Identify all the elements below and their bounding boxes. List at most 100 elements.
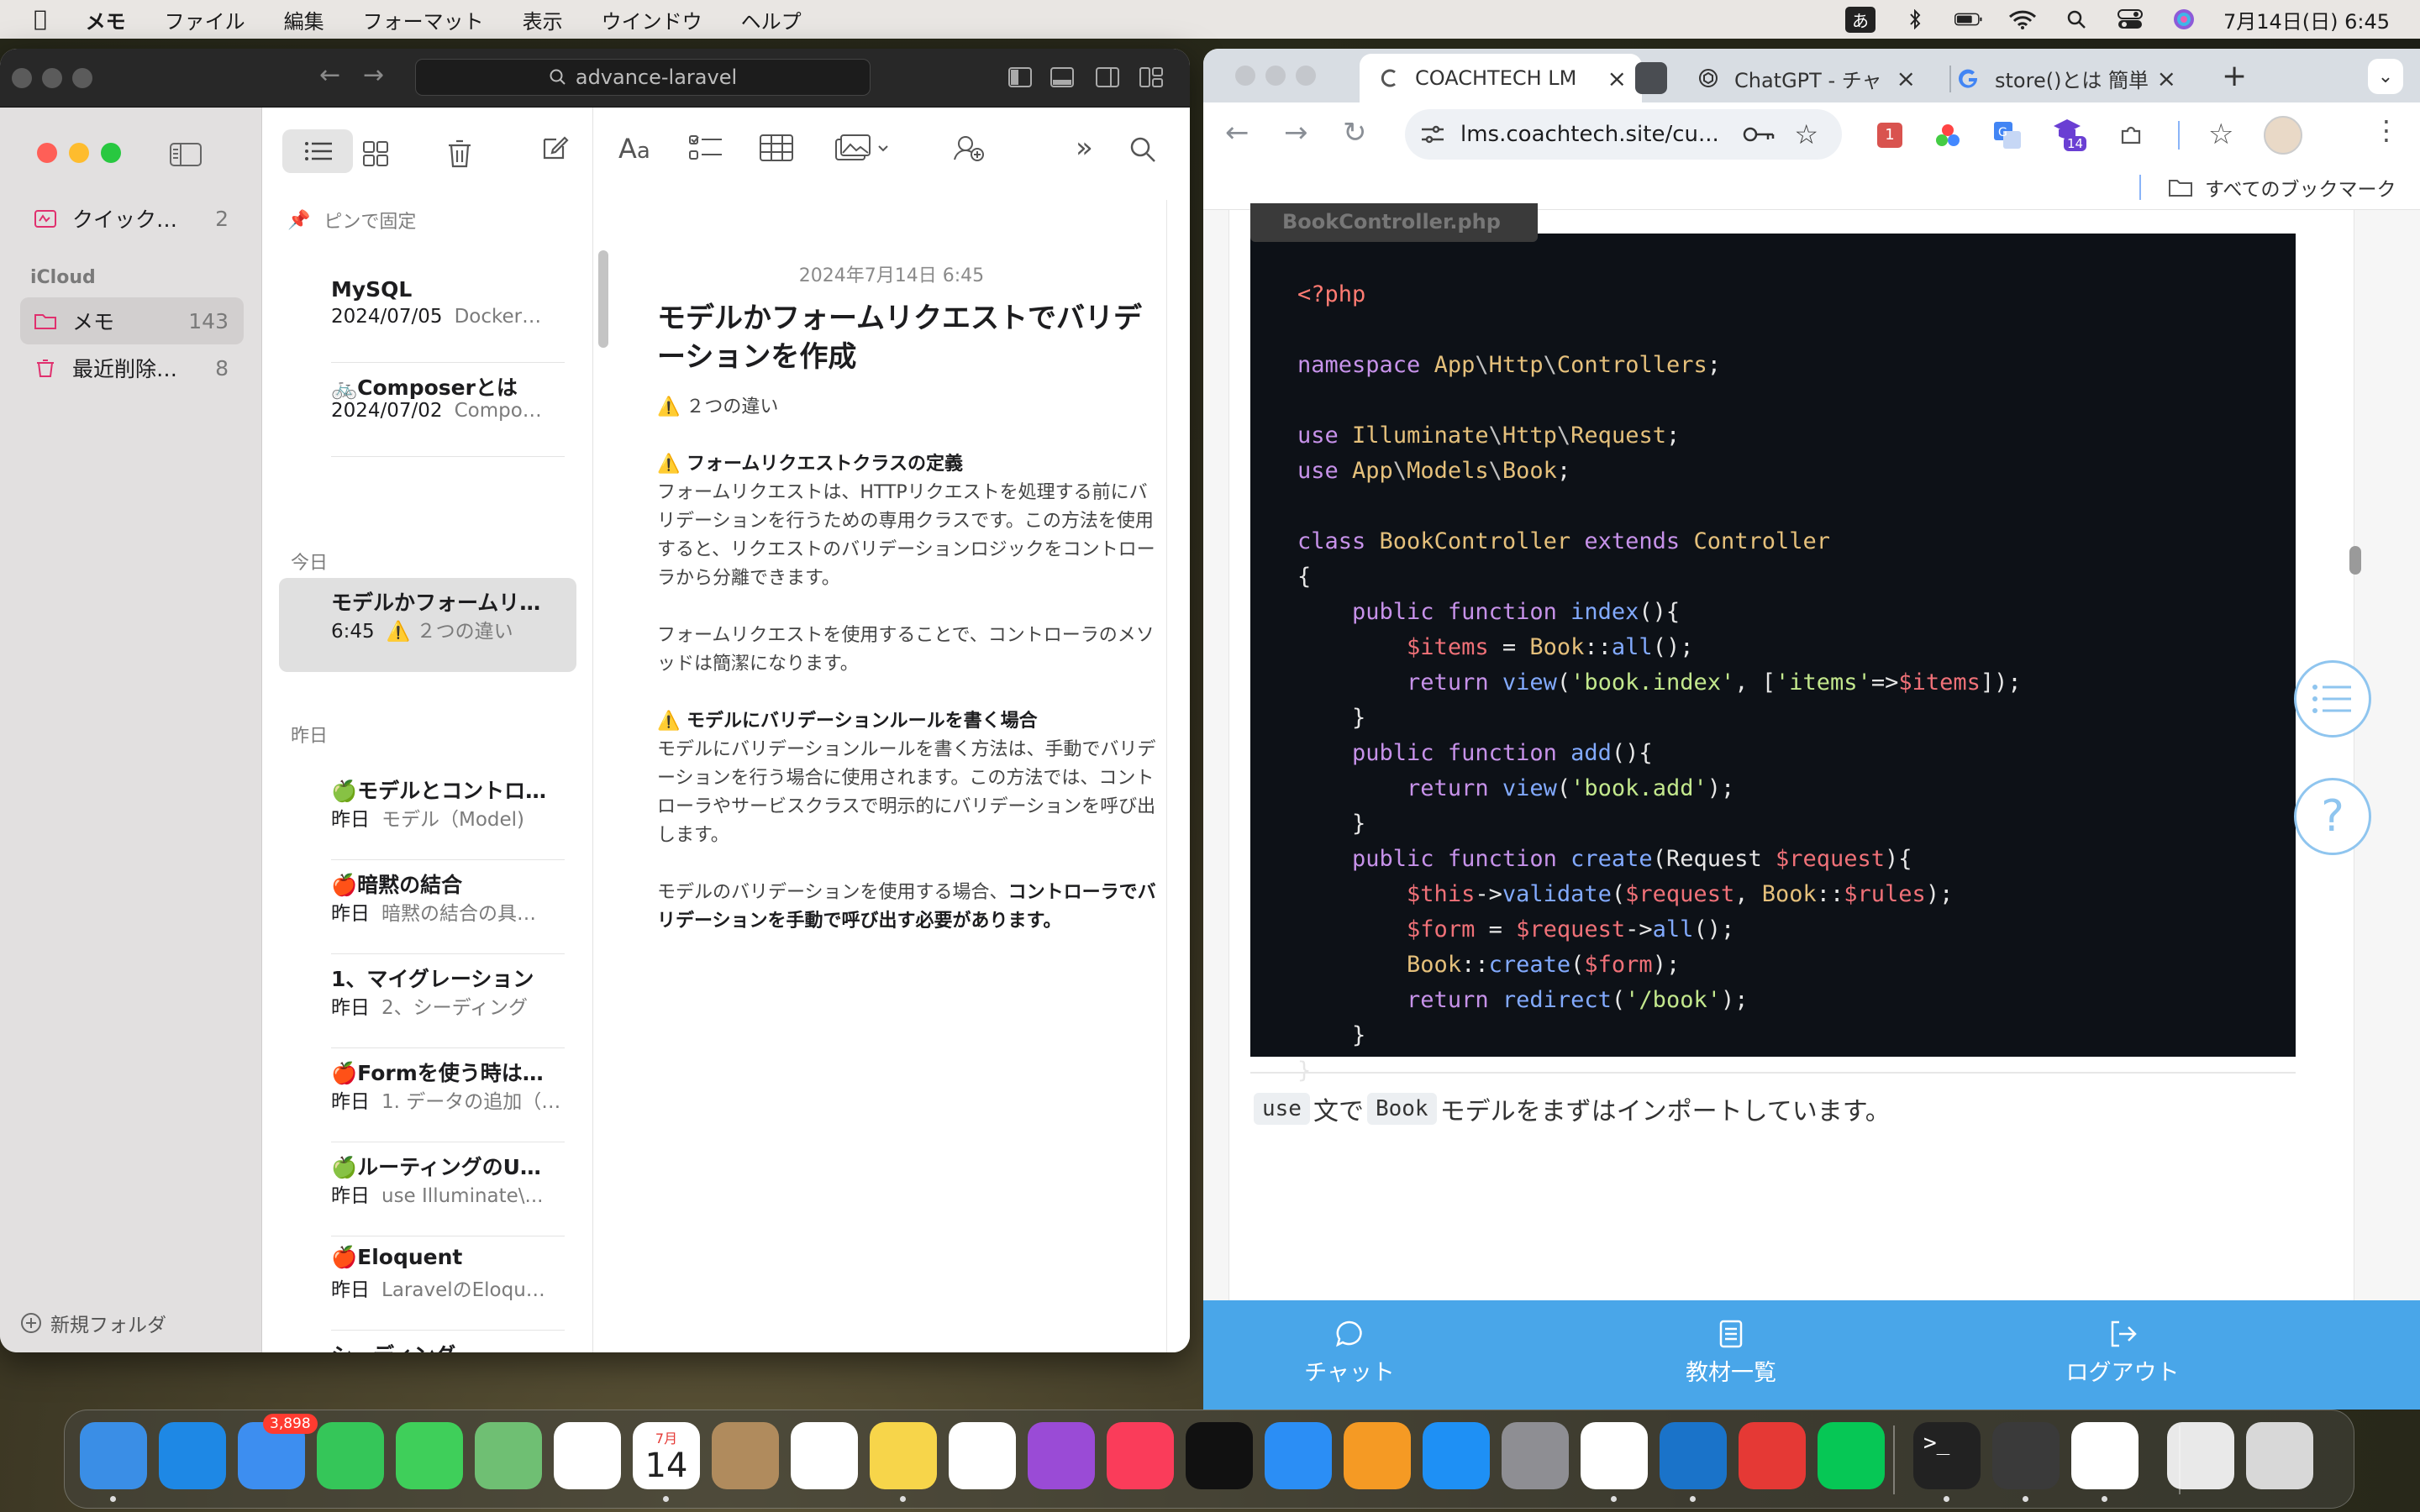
back-arrow-icon[interactable]: ←: [319, 60, 340, 90]
menu-datetime[interactable]: 7月14日(日) 6:45: [2223, 5, 2390, 34]
finder-icon[interactable]: [80, 1422, 147, 1489]
reload-icon[interactable]: ↻: [1343, 116, 1367, 150]
tab-search-icon[interactable]: ⌄: [2368, 59, 2403, 94]
menu-view[interactable]: 表示: [523, 5, 563, 34]
grid-layout-icon[interactable]: [1139, 67, 1163, 87]
inactive-close-icon[interactable]: [1235, 66, 1255, 86]
note-list-item[interactable]: 🚲Composerとは 2024/07/02 Compo…: [279, 363, 576, 457]
chrome-menu-icon[interactable]: ⋮: [2373, 114, 2400, 146]
new-tab-icon[interactable]: +: [2222, 59, 2247, 93]
inactive-zoom-icon[interactable]: [1296, 66, 1316, 86]
sidebar-layout-icon[interactable]: [1008, 67, 1032, 87]
note-list-item[interactable]: 🍏ルーティングのU… 昨日 use Illuminate\...: [279, 1142, 576, 1236]
note-list-item[interactable]: モデルかフォームリ… 6:45 ⚠️ ２つの違い: [279, 578, 576, 672]
app-store-icon[interactable]: [1423, 1422, 1490, 1489]
page-scrollbar[interactable]: [2349, 546, 2361, 575]
back-icon[interactable]: ←: [1225, 116, 1249, 150]
menu-app-name[interactable]: メモ: [86, 5, 126, 34]
note-list-item[interactable]: シーディング昨日（データベースへ…: [279, 1331, 576, 1352]
messages-icon[interactable]: [396, 1422, 463, 1489]
help-button[interactable]: ?: [2294, 778, 2371, 855]
note-list-item[interactable]: 🍎Formを使う時は… 昨日 1. データの追加（…: [279, 1048, 576, 1142]
menu-format[interactable]: フォーマット: [363, 5, 484, 34]
extension-graduation-icon[interactable]: 14: [2052, 118, 2089, 155]
search-notes-icon[interactable]: [1129, 136, 1156, 163]
spark-mail-icon[interactable]: [1739, 1422, 1806, 1489]
close-window-icon[interactable]: [37, 143, 57, 163]
note-list-item[interactable]: MySQL 2024/07/05 Docker…: [279, 269, 576, 363]
photos-icon[interactable]: [554, 1422, 621, 1489]
finder-search-field[interactable]: advance-laravel: [415, 59, 871, 96]
line-icon[interactable]: [1818, 1422, 1885, 1489]
zoom-window-icon[interactable]: [101, 143, 121, 163]
menu-file[interactable]: ファイル: [165, 5, 245, 34]
inactive-close-icon[interactable]: [12, 68, 32, 88]
nav-logout[interactable]: ログアウト: [1996, 1300, 2249, 1410]
profile-avatar[interactable]: [2264, 116, 2302, 155]
siri-icon[interactable]: [2170, 9, 2198, 29]
note-list-item[interactable]: 🍎Eloquent 昨日 LaravelのEloqu…: [279, 1236, 576, 1331]
minimize-window-icon[interactable]: [69, 143, 89, 163]
spotlight-icon[interactable]: [2062, 10, 2091, 29]
reminders-icon[interactable]: [791, 1422, 858, 1489]
tab-close-icon[interactable]: ×: [1897, 65, 1916, 92]
menu-help[interactable]: ヘルプ: [741, 5, 802, 34]
safari-icon[interactable]: [159, 1422, 226, 1489]
note-list-item[interactable]: 1、マイグレーション 昨日 2、シーディング: [279, 954, 576, 1048]
nav-chat[interactable]: チャット: [1223, 1300, 1476, 1410]
reading-list-star-icon[interactable]: ☆: [2208, 118, 2233, 151]
menu-window[interactable]: ウインドウ: [602, 5, 702, 34]
sidebar-item-recently-deleted[interactable]: 最近削除… 8: [20, 344, 244, 391]
nav-materials[interactable]: 教材一覧: [1605, 1300, 1857, 1410]
collaborate-icon[interactable]: [953, 131, 985, 163]
tv-icon[interactable]: [1186, 1422, 1253, 1489]
notes-icon[interactable]: [870, 1422, 937, 1489]
more-tools-icon[interactable]: »: [1076, 131, 1093, 165]
note-editor[interactable]: 2024年7月14日 6:45 モデルかフォームリクエストでバリデーションを作成…: [618, 200, 1190, 1352]
all-bookmarks-button[interactable]: すべてのブックマーク: [2168, 173, 2396, 202]
podcasts-icon[interactable]: [1028, 1422, 1095, 1489]
freeform-icon[interactable]: [949, 1422, 1016, 1489]
code-block[interactable]: <?php namespace App\Http\Controllers; us…: [1250, 234, 2296, 1084]
password-key-icon[interactable]: [1743, 125, 1775, 144]
tab-chatgpt[interactable]: ChatGPT - チャ ×: [1679, 54, 1931, 102]
sidebar-toggle-icon[interactable]: [170, 143, 202, 166]
trash-icon[interactable]: [2246, 1422, 2313, 1489]
battery-icon[interactable]: [1954, 10, 1983, 29]
sidebar-item-memo[interactable]: メモ 143: [20, 297, 244, 344]
forward-icon[interactable]: →: [1284, 116, 1308, 150]
sidebar-item-quick-notes[interactable]: クイック… 2: [20, 195, 244, 242]
forward-arrow-icon[interactable]: →: [363, 60, 384, 90]
checklist-icon[interactable]: [689, 134, 723, 161]
extension-translate-icon[interactable]: G: [1993, 121, 2022, 150]
note-body[interactable]: モデルかフォームリクエストでバリデーションを作成 ⚠️ ２つの違い ⚠️ フォー…: [657, 299, 1161, 964]
facetime-icon[interactable]: [317, 1422, 384, 1489]
terminal-icon[interactable]: >_: [1913, 1422, 1981, 1489]
tab-coachtech[interactable]: COACHTECH LM ×: [1360, 54, 1642, 102]
note-list-item[interactable]: 🍎暗黙の結合 昨日 暗黙の結合の具…: [279, 860, 576, 954]
apple-menu-icon[interactable]: : [34, 7, 47, 32]
media-icon[interactable]: [835, 134, 894, 161]
tab-close-icon[interactable]: ×: [2157, 65, 2176, 92]
right-layout-icon[interactable]: [1096, 67, 1119, 87]
delete-note-icon[interactable]: [447, 138, 472, 168]
vscode-icon[interactable]: [1660, 1422, 1727, 1489]
contacts-icon[interactable]: [712, 1422, 779, 1489]
bottom-layout-icon[interactable]: [1050, 67, 1074, 87]
mail-icon[interactable]: 3,898: [238, 1414, 318, 1489]
bluetooth-icon[interactable]: [1901, 9, 1929, 29]
format-text-icon[interactable]: Aa: [618, 133, 650, 165]
bookmark-star-icon[interactable]: ☆: [1794, 118, 1818, 150]
preview-icon[interactable]: [2167, 1422, 2234, 1489]
inactive-zoom-icon[interactable]: [72, 68, 92, 88]
new-folder-button[interactable]: 新規フォルダ: [20, 1309, 166, 1337]
tab-google[interactable]: store()とは 簡単 ×: [1939, 54, 2191, 102]
inactive-minimize-icon[interactable]: [1265, 66, 1286, 86]
chrome-icon[interactable]: [1581, 1422, 1648, 1489]
music-icon[interactable]: [1107, 1422, 1174, 1489]
toc-button[interactable]: [2294, 660, 2371, 738]
maps-icon[interactable]: [475, 1422, 542, 1489]
pages-icon[interactable]: [1344, 1422, 1411, 1489]
tab-close-icon[interactable]: ×: [1607, 65, 1627, 92]
input-method-icon[interactable]: あ: [1844, 6, 1876, 33]
